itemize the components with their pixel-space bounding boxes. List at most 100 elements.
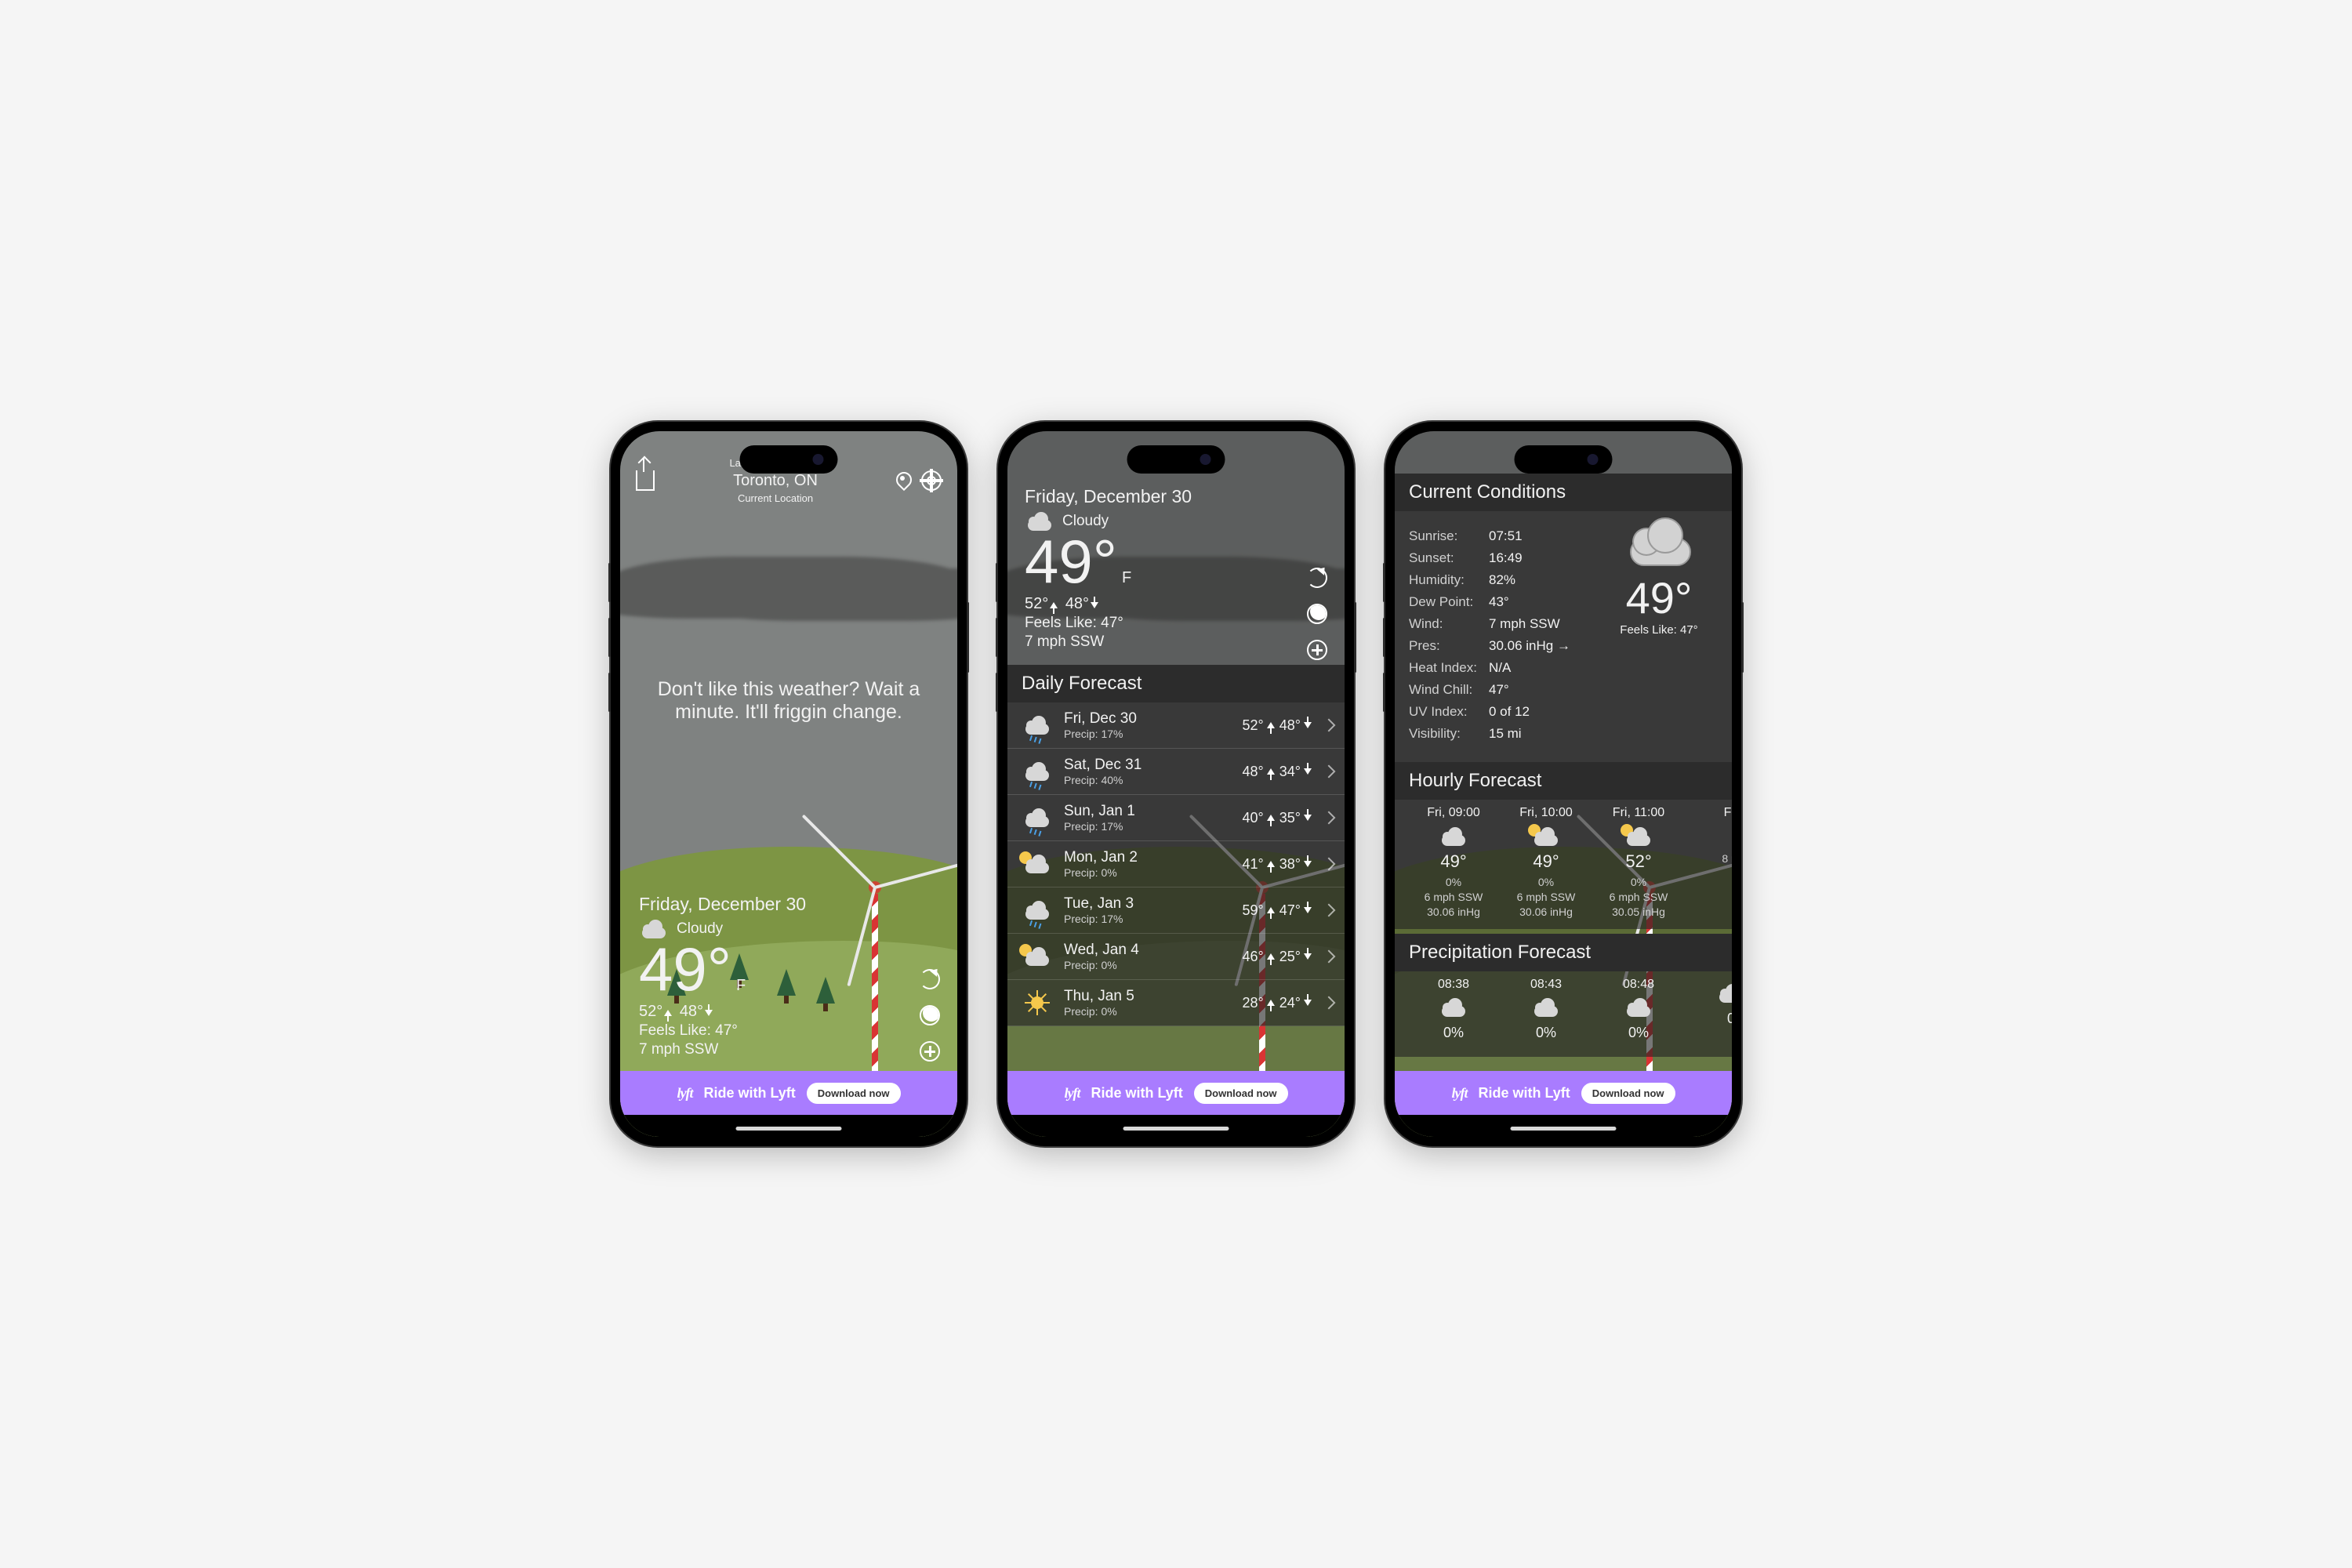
chevron-right-icon — [1323, 765, 1336, 779]
hour-column[interactable]: Fri, 10:00 49° 0% 6 mph SSW 30.06 inHg — [1500, 806, 1592, 920]
chevron-right-icon — [1323, 996, 1336, 1010]
precip-pct: 0% — [1592, 1025, 1685, 1041]
chevron-right-icon — [1323, 719, 1336, 732]
current-temp: 49° — [1025, 531, 1117, 592]
chevron-right-icon — [1323, 811, 1336, 825]
ad-cta-button[interactable]: Download now — [1581, 1083, 1675, 1104]
temp-unit: F — [736, 977, 746, 995]
cloud-rain-icon — [1022, 808, 1052, 827]
cloud-icon — [1439, 827, 1468, 846]
daily-row[interactable]: Mon, Jan 2 Precip: 0% 41°38° — [1007, 841, 1345, 887]
daily-range: 46°25° — [1243, 949, 1315, 965]
condition-row: Sunset:16:49 — [1409, 550, 1584, 566]
daily-range: 52°48° — [1243, 717, 1315, 734]
hour-label: Fri, 11:00 — [1592, 806, 1685, 820]
hour-column[interactable]: Fri 8 m — [1685, 806, 1732, 920]
current-conditions-header: Current Conditions — [1395, 474, 1732, 511]
daily-forecast-list[interactable]: Fri, Dec 30 Precip: 17% 52°48° Sat, Dec … — [1007, 702, 1345, 1071]
daily-precip: Precip: 17% — [1064, 913, 1233, 925]
weather-quote: Don't like this weather? Wait a minute. … — [620, 508, 957, 894]
daily-row[interactable]: Wed, Jan 4 Precip: 0% 46°25° — [1007, 934, 1345, 980]
chevron-right-icon — [1323, 950, 1336, 964]
hour-wind: 6 mph SSW — [1407, 890, 1500, 905]
cloud-icon — [1624, 998, 1653, 1017]
daily-forecast-header: Daily Forecast — [1007, 665, 1345, 702]
daily-day: Sun, Jan 1 — [1064, 803, 1233, 820]
daily-row[interactable]: Tue, Jan 3 Precip: 17% 59°47° — [1007, 887, 1345, 934]
ad-banner[interactable]: lyft Ride with Lyft Download now — [1395, 1071, 1732, 1115]
precip-column[interactable]: 08:48 0% — [1592, 978, 1685, 1041]
wind-label: 7 mph SSW — [639, 1041, 938, 1058]
share-icon[interactable] — [636, 470, 655, 491]
precip-time: 08:38 — [1407, 978, 1500, 992]
add-location-icon[interactable] — [920, 1041, 940, 1062]
settings-gear-icon[interactable] — [921, 470, 942, 491]
hour-temp: 49° — [1500, 851, 1592, 872]
daily-row[interactable]: Sun, Jan 1 Precip: 17% 40°35° — [1007, 795, 1345, 841]
temp-unit: F — [1122, 569, 1131, 587]
hour-label: Fri — [1685, 806, 1732, 820]
precip-pct: 0 — [1685, 1011, 1732, 1027]
phone-daily: Friday, December 30 Cloudy 49° F 52° 48°… — [998, 422, 1354, 1146]
hour-label: Fri, 09:00 — [1407, 806, 1500, 820]
cloud-rain-icon — [1022, 901, 1052, 920]
arrow-up-icon — [664, 1010, 672, 1016]
condition-row: Sunrise:07:51 — [1409, 528, 1584, 544]
refresh-icon[interactable] — [920, 969, 940, 989]
current-temp: 49° — [639, 938, 731, 1000]
precip-column[interactable]: 08:38 0% — [1407, 978, 1500, 1041]
hour-temp: 52° — [1592, 851, 1685, 872]
precip-forecast-list[interactable]: 08:38 0% 08:43 0% 08:48 0% 0 — [1395, 971, 1732, 1057]
wind-label: 7 mph SSW — [1025, 633, 1327, 651]
hour-pressure: 30.06 inHg — [1407, 905, 1500, 920]
cloud-icon — [639, 920, 669, 938]
cloud-icon — [1624, 522, 1694, 566]
moon-phase-icon[interactable] — [1307, 604, 1327, 624]
ad-banner[interactable]: lyft Ride with Lyft Download now — [1007, 1071, 1345, 1115]
precip-pct: 0% — [1500, 1025, 1592, 1041]
daily-range: 48°34° — [1243, 764, 1315, 780]
arrow-down-icon — [705, 1010, 713, 1016]
daily-row[interactable]: Thu, Jan 5 Precip: 0% 28°24° — [1007, 980, 1345, 1026]
hour-precip: 0% — [1592, 875, 1685, 890]
precip-column[interactable]: 0 — [1685, 978, 1732, 1041]
hour-precip: 0% — [1407, 875, 1500, 890]
hourly-forecast-list[interactable]: Fri, 09:00 49° 0% 6 mph SSW 30.06 inHg F… — [1395, 800, 1732, 929]
precip-forecast-header: Precipitation Forecast — [1395, 934, 1732, 971]
daily-range: 40°35° — [1243, 810, 1315, 826]
hour-precip: 0% — [1500, 875, 1592, 890]
daily-row[interactable]: Sat, Dec 31 Precip: 40% 48°34° — [1007, 749, 1345, 795]
daily-precip: Precip: 0% — [1064, 959, 1233, 971]
daily-day: Wed, Jan 4 — [1064, 942, 1233, 959]
refresh-icon[interactable] — [1307, 568, 1327, 588]
daily-precip: Precip: 0% — [1064, 1005, 1233, 1018]
ad-banner[interactable]: lyft Ride with Lyft Download now — [620, 1071, 957, 1115]
daily-precip: Precip: 17% — [1064, 728, 1233, 740]
daily-day: Sat, Dec 31 — [1064, 757, 1233, 774]
ad-cta-button[interactable]: Download now — [807, 1083, 901, 1104]
condition-row: Heat Index:N/A — [1409, 660, 1584, 676]
daily-range: 59°47° — [1243, 902, 1315, 919]
current-date: Friday, December 30 — [1025, 486, 1327, 507]
daily-day: Tue, Jan 3 — [1064, 895, 1233, 913]
precip-column[interactable]: 08:43 0% — [1500, 978, 1592, 1041]
ad-cta-button[interactable]: Download now — [1194, 1083, 1288, 1104]
condition-row: Wind Chill:47° — [1409, 682, 1584, 698]
cloud-rain-icon — [1022, 762, 1052, 781]
location-pin-icon[interactable] — [896, 472, 909, 489]
daily-day: Thu, Jan 5 — [1064, 988, 1233, 1005]
hour-column[interactable]: Fri, 09:00 49° 0% 6 mph SSW 30.06 inHg — [1407, 806, 1500, 920]
chevron-right-icon — [1323, 904, 1336, 917]
add-location-icon[interactable] — [1307, 640, 1327, 660]
current-temp: 49° — [1600, 572, 1718, 623]
conditions-kv-list: Sunrise:07:51 Sunset:16:49 Humidity:82% … — [1409, 522, 1584, 748]
hour-column[interactable]: Fri, 11:00 52° 0% 6 mph SSW 30.05 inHg — [1592, 806, 1685, 920]
condition-row: UV Index:0 of 12 — [1409, 704, 1584, 720]
moon-phase-icon[interactable] — [920, 1005, 940, 1025]
phone-home: Last Updated: 08:38 Toronto, ON Current … — [611, 422, 967, 1146]
daily-precip: Precip: 0% — [1064, 866, 1233, 879]
hour-pressure: 30.05 inHg — [1592, 905, 1685, 920]
current-date: Friday, December 30 — [639, 894, 938, 915]
daily-row[interactable]: Fri, Dec 30 Precip: 17% 52°48° — [1007, 702, 1345, 749]
cloud-icon — [1531, 998, 1561, 1017]
